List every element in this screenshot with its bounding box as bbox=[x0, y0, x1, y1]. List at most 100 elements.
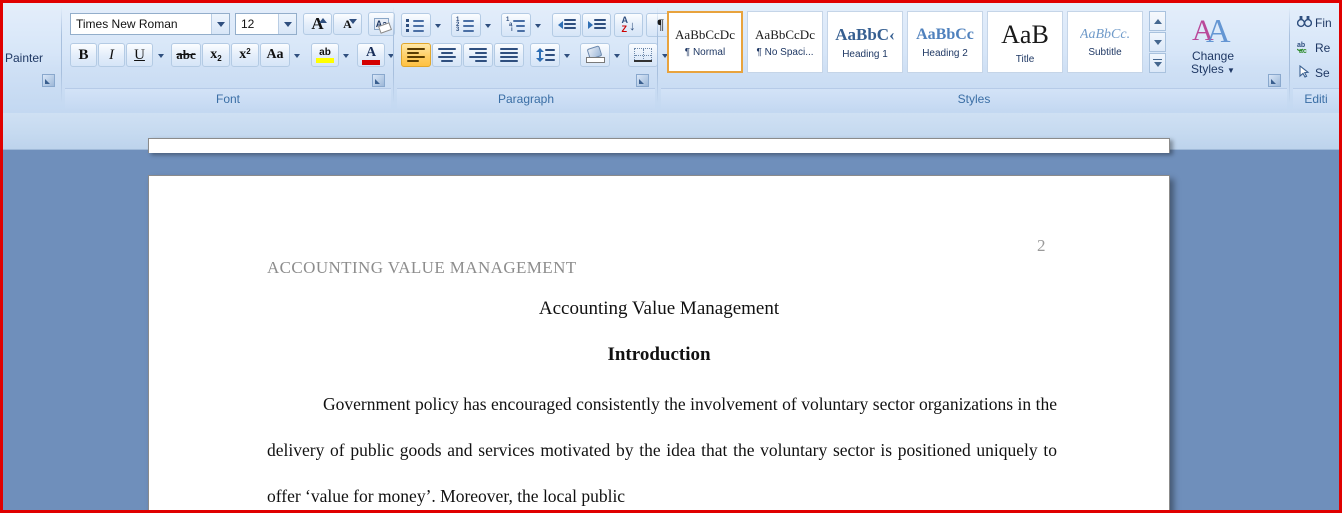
ribbon-group-styles: AaBbCcDc ¶ Normal AaBbCcDc ¶ No Spaci...… bbox=[661, 5, 1287, 111]
paragraph-group-label: Paragraph bbox=[397, 88, 655, 109]
style-tile-no-spacing[interactable]: AaBbCcDc ¶ No Spaci... bbox=[747, 11, 823, 73]
sort-icon[interactable]: AZ ↓ bbox=[614, 13, 643, 37]
align-left-icon[interactable] bbox=[401, 43, 431, 67]
font-color-icon[interactable]: A bbox=[357, 43, 385, 67]
document-page[interactable]: 2 ACCOUNTING VALUE MANAGEMENT Accounting… bbox=[148, 175, 1170, 510]
change-styles-icon: A A bbox=[1192, 13, 1234, 50]
bullets-dropdown-icon[interactable] bbox=[431, 13, 445, 37]
style-tile-normal[interactable]: AaBbCcDc ¶ Normal bbox=[667, 11, 743, 73]
clear-formatting-icon[interactable]: Aa bbox=[368, 12, 395, 36]
font-dialog-launcher[interactable] bbox=[372, 74, 385, 87]
underline-dropdown-icon[interactable] bbox=[154, 43, 168, 67]
svg-text:A: A bbox=[1206, 14, 1231, 44]
multilevel-list-dropdown-icon[interactable] bbox=[531, 13, 545, 37]
underline-icon[interactable]: U bbox=[126, 43, 153, 67]
font-name-dropdown-icon[interactable] bbox=[211, 14, 229, 34]
change-styles-button[interactable]: A A Change Styles ▼ bbox=[1177, 9, 1249, 85]
style-name: ¶ Normal bbox=[684, 46, 726, 58]
strikethrough-icon[interactable]: abc bbox=[171, 43, 201, 67]
replace-button[interactable]: ab ac Re bbox=[1296, 36, 1331, 60]
style-name: Heading 2 bbox=[922, 47, 968, 59]
document-workspace[interactable]: 2 ACCOUNTING VALUE MANAGEMENT Accounting… bbox=[3, 113, 1339, 510]
multilevel-list-icon[interactable]: 1 a i bbox=[501, 13, 531, 37]
previous-page-edge bbox=[148, 138, 1170, 153]
styles-scroll-down-button[interactable] bbox=[1149, 32, 1166, 52]
ribbon: Painter Times New Roman 12 A A B I U abc… bbox=[3, 3, 1339, 113]
borders-icon[interactable] bbox=[628, 43, 658, 67]
clipboard-dialog-launcher[interactable] bbox=[42, 74, 55, 87]
superscript-icon[interactable]: x 2 bbox=[231, 43, 259, 67]
style-sample: AaBbCcDc bbox=[755, 26, 815, 42]
style-tile-heading-1[interactable]: AaBbC‹ Heading 1 bbox=[827, 11, 903, 73]
styles-more-button[interactable] bbox=[1149, 53, 1166, 73]
style-name: Title bbox=[1015, 53, 1035, 65]
binoculars-icon bbox=[1296, 15, 1313, 31]
font-size-value: 12 bbox=[241, 17, 255, 31]
bullets-icon[interactable] bbox=[401, 13, 431, 37]
change-case-dropdown-icon[interactable] bbox=[290, 43, 304, 67]
font-group-label: Font bbox=[65, 88, 391, 109]
body-paragraph[interactable]: Government policy has encouraged consist… bbox=[267, 381, 1057, 510]
find-button[interactable]: Fin bbox=[1296, 11, 1332, 35]
group-separator bbox=[1289, 7, 1290, 103]
style-name: ¶ No Spaci... bbox=[756, 46, 814, 58]
subscript-icon[interactable]: x 2 bbox=[202, 43, 230, 67]
line-spacing-icon[interactable] bbox=[530, 43, 560, 67]
group-separator bbox=[61, 7, 62, 103]
style-tile-title[interactable]: AaB Title bbox=[987, 11, 1063, 73]
font-size-combo[interactable]: 12 bbox=[235, 13, 297, 35]
font-size-dropdown-icon[interactable] bbox=[278, 14, 296, 34]
section-heading: Introduction bbox=[607, 344, 711, 365]
replace-label: Re bbox=[1315, 41, 1331, 55]
cursor-arrow-icon bbox=[1297, 64, 1312, 81]
change-styles-label: Change Styles ▼ bbox=[1191, 49, 1235, 76]
bold-icon[interactable]: B bbox=[70, 43, 97, 67]
word-application-window: Painter Times New Roman 12 A A B I U abc… bbox=[0, 0, 1342, 513]
shading-icon[interactable] bbox=[580, 43, 610, 67]
change-case-icon[interactable]: Aa bbox=[260, 43, 290, 67]
ribbon-group-font: Times New Roman 12 A A B I U abc x 2 x 2… bbox=[65, 5, 395, 111]
align-center-icon[interactable] bbox=[432, 43, 462, 67]
styles-dialog-launcher[interactable] bbox=[1268, 74, 1281, 87]
style-name: Heading 1 bbox=[842, 48, 888, 60]
style-sample: AaBbCc bbox=[916, 25, 974, 43]
text-highlight-dropdown-icon[interactable] bbox=[339, 43, 353, 67]
document-title: Accounting Value Management bbox=[538, 298, 780, 319]
style-sample: AaBbCcDc bbox=[675, 26, 735, 42]
style-name: Subtitle bbox=[1088, 46, 1122, 58]
increase-indent-icon[interactable] bbox=[582, 13, 611, 37]
align-right-icon[interactable] bbox=[463, 43, 493, 67]
style-sample: AaBbCc. bbox=[1079, 26, 1131, 42]
font-name-combo[interactable]: Times New Roman bbox=[70, 13, 230, 35]
italic-icon[interactable]: I bbox=[98, 43, 125, 67]
font-name-value: Times New Roman bbox=[76, 17, 178, 31]
select-button[interactable]: Se bbox=[1297, 61, 1330, 85]
font-color-dropdown-icon[interactable] bbox=[385, 43, 397, 67]
editing-group-label: Editi bbox=[1293, 88, 1339, 109]
justify-icon[interactable] bbox=[494, 43, 524, 67]
text-highlight-color-icon[interactable]: ab bbox=[311, 43, 339, 67]
group-separator bbox=[657, 7, 658, 103]
style-tile-subtitle[interactable]: AaBbCc. Subtitle bbox=[1067, 11, 1143, 73]
find-label: Fin bbox=[1315, 16, 1332, 30]
page-number: 2 bbox=[1037, 236, 1046, 255]
replace-icon: ab ac bbox=[1296, 40, 1312, 56]
styles-group-label: Styles bbox=[661, 88, 1287, 109]
ribbon-group-editing: Fin ab ac Re Se Editi bbox=[1293, 5, 1339, 111]
format-painter-label[interactable]: Painter bbox=[5, 51, 43, 65]
shrink-font-icon[interactable]: A bbox=[333, 13, 362, 35]
numbering-icon[interactable]: 1 2 3 bbox=[451, 13, 481, 37]
grow-font-icon[interactable]: A bbox=[303, 13, 332, 35]
decrease-indent-icon[interactable] bbox=[552, 13, 581, 37]
select-label: Se bbox=[1315, 66, 1330, 80]
style-tile-heading-2[interactable]: AaBbCc Heading 2 bbox=[907, 11, 983, 73]
line-spacing-dropdown-icon[interactable] bbox=[560, 43, 574, 67]
ribbon-group-clipboard: Painter bbox=[3, 5, 61, 111]
ribbon-group-paragraph: 1 2 3 1 a i A Z ↓ ¶ Paragraph bbox=[397, 5, 675, 111]
styles-scroll-up-button[interactable] bbox=[1149, 11, 1166, 31]
paragraph-dialog-launcher[interactable] bbox=[636, 74, 649, 87]
group-separator bbox=[393, 7, 394, 103]
numbering-dropdown-icon[interactable] bbox=[481, 13, 495, 37]
running-header: ACCOUNTING VALUE MANAGEMENT bbox=[267, 258, 577, 277]
shading-dropdown-icon[interactable] bbox=[610, 43, 624, 67]
